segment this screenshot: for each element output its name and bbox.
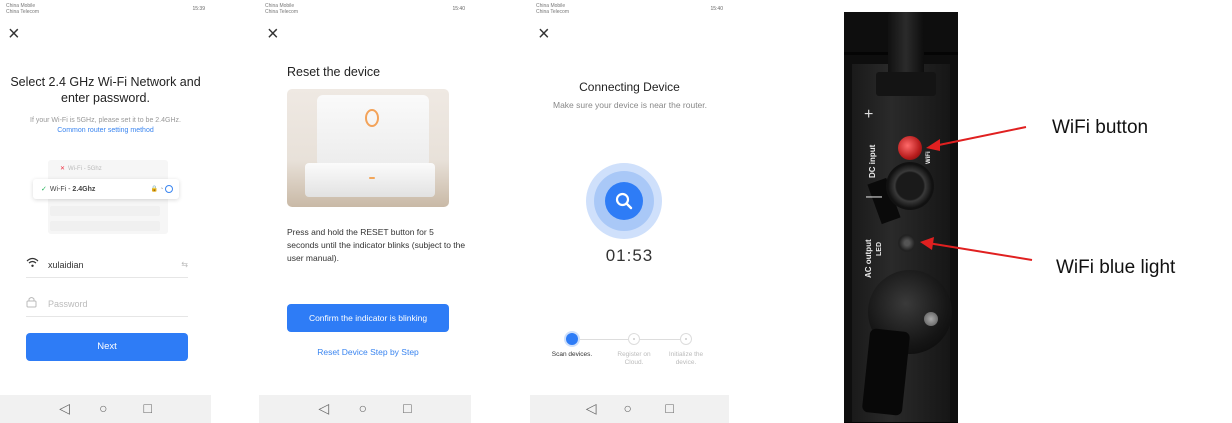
arrow-wifi-light <box>927 242 1033 261</box>
annotation-arrows <box>920 126 1033 261</box>
arrowhead-wifi-button <box>926 139 940 151</box>
wifi-light-annotation: WiFi blue light <box>1056 257 1176 278</box>
arrow-wifi-button <box>933 126 1027 147</box>
wifi-button-annotation: WiFi button <box>1052 117 1149 138</box>
arrowhead-wifi-light <box>920 237 934 250</box>
